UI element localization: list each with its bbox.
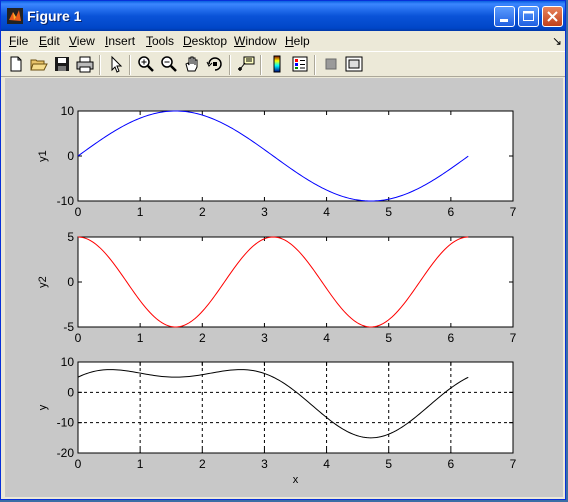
x-tick-label: 4 — [323, 457, 330, 471]
dock-arrow-icon[interactable]: ↘ — [552, 34, 562, 48]
x-tick-label: 1 — [137, 205, 144, 219]
colorbar-icon[interactable] — [268, 55, 286, 73]
hide-plot-tools-icon[interactable] — [322, 55, 340, 73]
legend-icon[interactable] — [291, 55, 309, 73]
y-tick-label: 5 — [67, 230, 74, 244]
menu-edit[interactable]: Edit — [39, 34, 60, 48]
x-tick-label: 4 — [323, 205, 330, 219]
maximize-icon — [523, 11, 534, 21]
plots-svg: 0 1 2 3 4 5 6 7100-10y10 1 2 3 4 5 6 750-5y20 1 2 3 4 5 6 710… — [37, 104, 517, 486]
x-tick-label: 4 — [323, 331, 330, 345]
y-tick-label: 10 — [61, 355, 75, 369]
save-icon[interactable] — [53, 55, 71, 73]
x-tick-label: 2 — [199, 205, 206, 219]
subplot-2: 0 1 2 3 4 5 6 750-5y2 — [37, 230, 517, 345]
zoom-out-icon[interactable] — [160, 55, 178, 73]
x-tick-label: 6 — [448, 331, 455, 345]
x-tick-label: 6 — [448, 205, 455, 219]
figure-window: Figure 1 File Edit View Insert Tools Des… — [0, 0, 566, 500]
y-axis-label: y2 — [37, 276, 49, 288]
maximize-button[interactable] — [518, 6, 539, 27]
matlab-logo-icon — [7, 8, 23, 24]
pan-hand-icon[interactable] — [183, 55, 201, 73]
x-tick-label: 0 — [75, 331, 82, 345]
select-arrow-icon[interactable] — [107, 55, 125, 73]
y-tick-label: 0 — [67, 385, 74, 399]
toolbar-separator — [129, 55, 131, 75]
y-tick-label: -10 — [57, 416, 75, 430]
axes-box — [77, 236, 514, 328]
rotate-3d-icon[interactable] — [206, 55, 224, 73]
print-icon[interactable] — [76, 55, 94, 73]
y-axis-label: y1 — [37, 150, 49, 162]
minimize-icon — [500, 19, 508, 22]
show-plot-tools-icon[interactable] — [345, 55, 363, 73]
menu-insert[interactable]: Insert — [105, 34, 135, 48]
new-file-icon[interactable] — [7, 55, 25, 73]
x-tick-label: 5 — [385, 331, 392, 345]
y-tick-label: 0 — [67, 149, 74, 163]
toolbar-separator — [314, 55, 316, 75]
zoom-in-icon[interactable] — [137, 55, 155, 73]
y-tick-label: 10 — [61, 104, 75, 118]
figure-canvas[interactable]: 0 1 2 3 4 5 6 7 10 0 -10 y1 0 1 2 3 4 5 6 7 5 0 -5 y2 0 1 2 3 4 5 6 7 10… — [5, 78, 563, 497]
figure-toolbar — [1, 51, 565, 77]
toolbar-separator — [229, 55, 231, 75]
x-tick-label: 2 — [199, 331, 206, 345]
menu-desktop[interactable]: Desktop — [183, 34, 227, 48]
menu-help[interactable]: Help — [285, 34, 310, 48]
x-tick-label: 0 — [75, 457, 82, 471]
x-tick-label: 5 — [385, 205, 392, 219]
x-tick-label: 6 — [448, 457, 455, 471]
y-tick-label: -20 — [57, 446, 75, 460]
subplot-1: 0 1 2 3 4 5 6 7100-10y1 — [37, 104, 517, 219]
menu-tools[interactable]: Tools — [146, 34, 174, 48]
x-tick-label: 7 — [510, 331, 517, 345]
axes-box — [77, 361, 514, 454]
menu-file[interactable]: File — [9, 34, 28, 48]
x-tick-label: 1 — [137, 331, 144, 345]
menu-bar: File Edit View Insert Tools Desktop Wind… — [1, 31, 565, 51]
y-tick-label: -10 — [57, 194, 75, 208]
x-tick-label: 1 — [137, 457, 144, 471]
toolbar-separator — [99, 55, 101, 75]
x-tick-label: 3 — [261, 331, 268, 345]
minimize-button[interactable] — [494, 6, 515, 27]
x-tick-label: 3 — [261, 457, 268, 471]
open-folder-icon[interactable] — [30, 55, 48, 73]
axes-box — [77, 110, 514, 202]
title-bar[interactable]: Figure 1 — [1, 1, 565, 31]
close-icon — [547, 11, 558, 22]
data-cursor-icon[interactable] — [237, 55, 255, 73]
x-tick-label: 7 — [510, 457, 517, 471]
subplot-3: 0 1 2 3 4 5 6 7 10 0 -10 -20 y x — [37, 355, 517, 486]
x-axis-label: x — [293, 474, 299, 486]
x-tick-label: 7 — [510, 205, 517, 219]
x-tick-label: 5 — [385, 457, 392, 471]
close-button[interactable] — [542, 6, 563, 27]
y-tick-label: 0 — [67, 275, 74, 289]
menu-view[interactable]: View — [69, 34, 95, 48]
x-tick-label: 0 — [75, 205, 82, 219]
window-title: Figure 1 — [27, 8, 82, 24]
y-tick-label: -5 — [63, 320, 74, 334]
menu-window[interactable]: Window — [234, 34, 277, 48]
x-tick-label: 2 — [199, 457, 206, 471]
toolbar-separator — [260, 55, 262, 75]
y-axis-label: y — [37, 404, 49, 410]
x-tick-label: 3 — [261, 205, 268, 219]
